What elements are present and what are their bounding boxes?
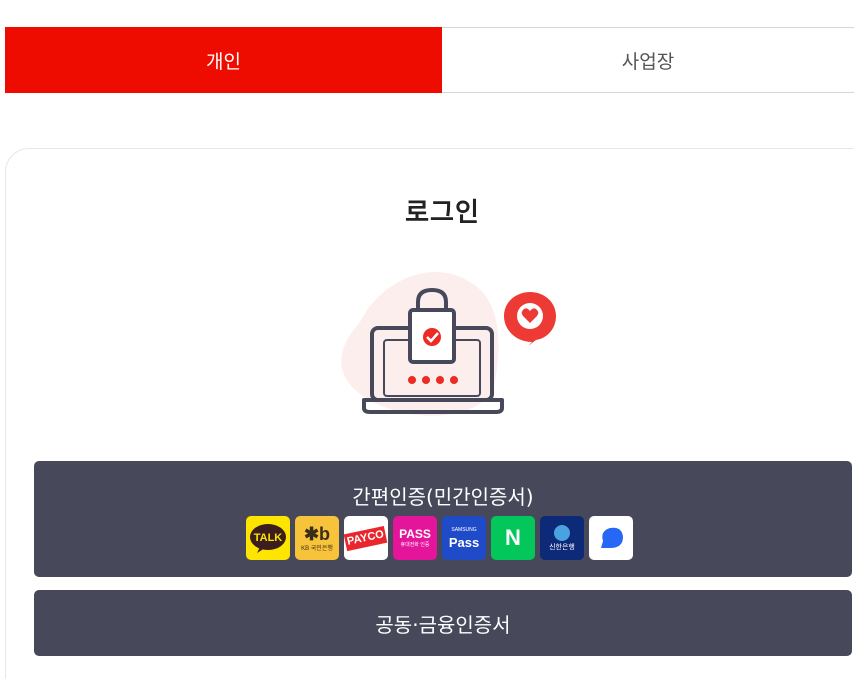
simple-auth-button[interactable]: 간편인증(민간인증서) TALK ✱b KB 국민은행 PAYCO PASS 휴… <box>34 461 852 577</box>
simple-auth-label: 간편인증(민간인증서) <box>352 485 534 509</box>
user-type-tabs: 개인 사업장 <box>5 27 854 93</box>
provider-list: TALK ✱b KB 국민은행 PAYCO PASS 휴대전화 인증 SAMSU… <box>246 516 633 560</box>
tab-business[interactable]: 사업장 <box>442 27 854 93</box>
payco-icon[interactable]: PAYCO <box>344 516 388 560</box>
secure-laptop-illustration <box>341 271 556 416</box>
svg-text:TALK: TALK <box>254 532 283 544</box>
tab-personal[interactable]: 개인 <box>5 27 442 93</box>
login-title: 로그인 <box>405 198 480 228</box>
tab-personal-label: 개인 <box>206 50 241 73</box>
joint-cert-button[interactable]: 공동·금융인증서 <box>34 590 852 656</box>
samsung-pass-icon[interactable]: SAMSUNG Pass <box>442 516 486 560</box>
kakao-icon[interactable]: TALK <box>246 516 290 560</box>
pass-icon[interactable]: PASS 휴대전화 인증 <box>393 516 437 560</box>
kb-bank-icon[interactable]: ✱b KB 국민은행 <box>295 516 339 560</box>
tab-business-label: 사업장 <box>621 50 675 73</box>
shinhan-bank-icon[interactable]: 신한은행 <box>540 516 584 560</box>
toss-icon[interactable] <box>589 516 633 560</box>
joint-cert-label: 공동·금융인증서 <box>375 612 511 637</box>
heart-bubble-icon <box>504 292 556 346</box>
naver-icon[interactable]: N <box>491 516 535 560</box>
